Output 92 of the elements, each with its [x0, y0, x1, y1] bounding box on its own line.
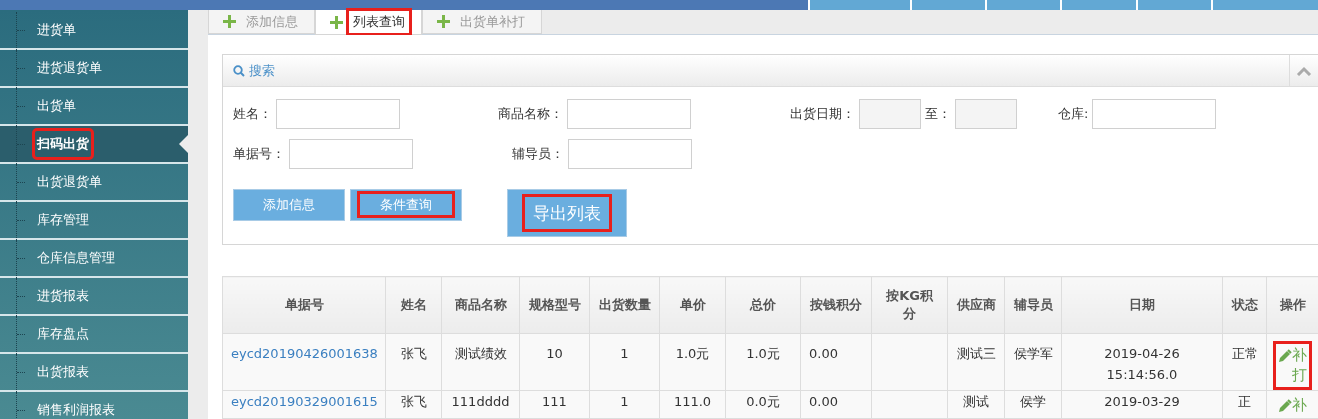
table-cell: 0.00: [809, 346, 838, 361]
pencil-icon: [1278, 399, 1292, 413]
top-nav-tab[interactable]: [1136, 0, 1211, 10]
table-cell: 1: [620, 394, 629, 409]
table-cell: 测试: [963, 394, 989, 409]
table-cell: 0.0元: [746, 394, 780, 409]
menu-label: 进货单: [36, 21, 77, 39]
table-cell: 111dddd: [451, 394, 510, 409]
tab-label: 出货单补打: [459, 12, 526, 31]
action-button[interactable]: 条件查询: [350, 189, 462, 221]
table-cell: 张飞: [400, 394, 427, 409]
menu-label: 出货报表: [36, 363, 90, 381]
menu-label: 扫码出货: [35, 131, 91, 157]
table-cell: 测试绩效: [454, 346, 507, 361]
top-nav-tab[interactable]: [985, 0, 1060, 10]
tab-label: 添加信息: [245, 12, 299, 31]
table-cell: 侯学军: [1013, 346, 1053, 361]
table-cell: 张飞: [400, 346, 427, 361]
column-header: 出货数量: [589, 276, 660, 334]
table-cell: 10: [546, 346, 563, 361]
tab[interactable]: 列表查询: [315, 10, 422, 35]
column-header: 总价: [725, 276, 801, 334]
table-cell: 正常: [1231, 346, 1258, 361]
column-header: 操作: [1266, 276, 1318, 334]
menu-label: 仓库信息管理: [36, 249, 116, 267]
menu-label: 销售利润报表: [36, 401, 116, 419]
input-field[interactable]: [1092, 99, 1217, 129]
table-cell: 1.0元: [675, 346, 710, 361]
table-cell: 1.0元: [746, 346, 780, 361]
sidebar-item[interactable]: 仓库信息管理: [0, 240, 188, 278]
column-header: 姓名: [385, 276, 442, 334]
top-nav-tab[interactable]: [1060, 0, 1136, 10]
tab-label: 列表查询: [349, 11, 409, 33]
menu-label: 出货退货单: [36, 173, 103, 191]
input-field[interactable]: [567, 99, 691, 129]
tab[interactable]: 出货单补打: [422, 10, 542, 34]
sidebar-item[interactable]: 进货报表: [0, 278, 188, 316]
input-field[interactable]: [568, 139, 692, 169]
column-header: 供应商: [947, 276, 1005, 334]
field-label: 至：: [925, 105, 951, 123]
sidebar-item[interactable]: 进货退货单: [0, 50, 188, 88]
table-cell: 侯学: [1020, 394, 1046, 409]
sidebar-item[interactable]: 库存盘点: [0, 316, 188, 354]
field-label: 出货日期：: [790, 105, 855, 123]
column-header: 日期: [1061, 276, 1223, 334]
search-icon: [233, 64, 245, 77]
menu-label: 出货单: [36, 97, 77, 115]
sidebar-item[interactable]: 进货单: [0, 12, 188, 50]
field-label: 单据号：: [233, 145, 285, 163]
menu-label: 库存管理: [36, 211, 90, 229]
menu-label: 库存盘点: [36, 325, 90, 343]
pencil-icon: [1278, 349, 1292, 363]
column-header: 商品名称: [441, 276, 520, 334]
tab[interactable]: 添加信息: [208, 10, 315, 34]
selection-pointer-icon: [179, 135, 188, 153]
sidebar-item[interactable]: 出货退货单: [0, 164, 188, 202]
table-cell: 0.00: [809, 394, 838, 409]
menu-label: 进货退货单: [36, 59, 103, 77]
field-label: 仓库:: [1058, 105, 1089, 123]
sidebar-item[interactable]: 出货报表: [0, 354, 188, 392]
field-label: 商品名称：: [498, 105, 563, 123]
field-label: 辅导员：: [512, 145, 564, 163]
table-cell: 111: [542, 394, 567, 409]
chevron-up-icon: [1296, 65, 1312, 76]
column-header: 状态: [1222, 276, 1267, 334]
table-cell: 测试三: [956, 346, 996, 361]
table-cell: 1: [620, 346, 629, 361]
column-header: 辅导员: [1004, 276, 1062, 334]
plus-icon: [330, 15, 343, 29]
search-panel-title: 搜索: [249, 61, 276, 80]
column-header: 单价: [659, 276, 726, 334]
action-button[interactable]: 添加信息: [233, 189, 345, 221]
date-field[interactable]: [859, 99, 921, 129]
table-cell: 111.0: [673, 394, 712, 409]
action-button[interactable]: 导出列表: [507, 189, 627, 237]
date-field[interactable]: [955, 99, 1017, 129]
top-nav-tab[interactable]: [910, 0, 985, 10]
table-cell: 2019-03-29: [1104, 394, 1180, 409]
field-label: 姓名：: [233, 105, 272, 123]
column-header: 按KG积分: [871, 276, 948, 334]
menu-label: 进货报表: [36, 287, 90, 305]
column-header: 按钱积分: [800, 276, 872, 334]
plus-icon: [437, 15, 450, 28]
input-field[interactable]: [276, 99, 400, 129]
table-cell: 正: [1238, 394, 1251, 409]
plus-icon: [223, 15, 236, 28]
input-field[interactable]: [289, 139, 413, 169]
table-cell: 2019-04-26 15:14:56.0: [1104, 346, 1180, 382]
sidebar-item[interactable]: 库存管理: [0, 202, 188, 240]
column-header: 规格型号: [519, 276, 590, 334]
column-header: 单据号: [222, 276, 386, 334]
sidebar-item[interactable]: 扫码出货: [0, 126, 188, 164]
